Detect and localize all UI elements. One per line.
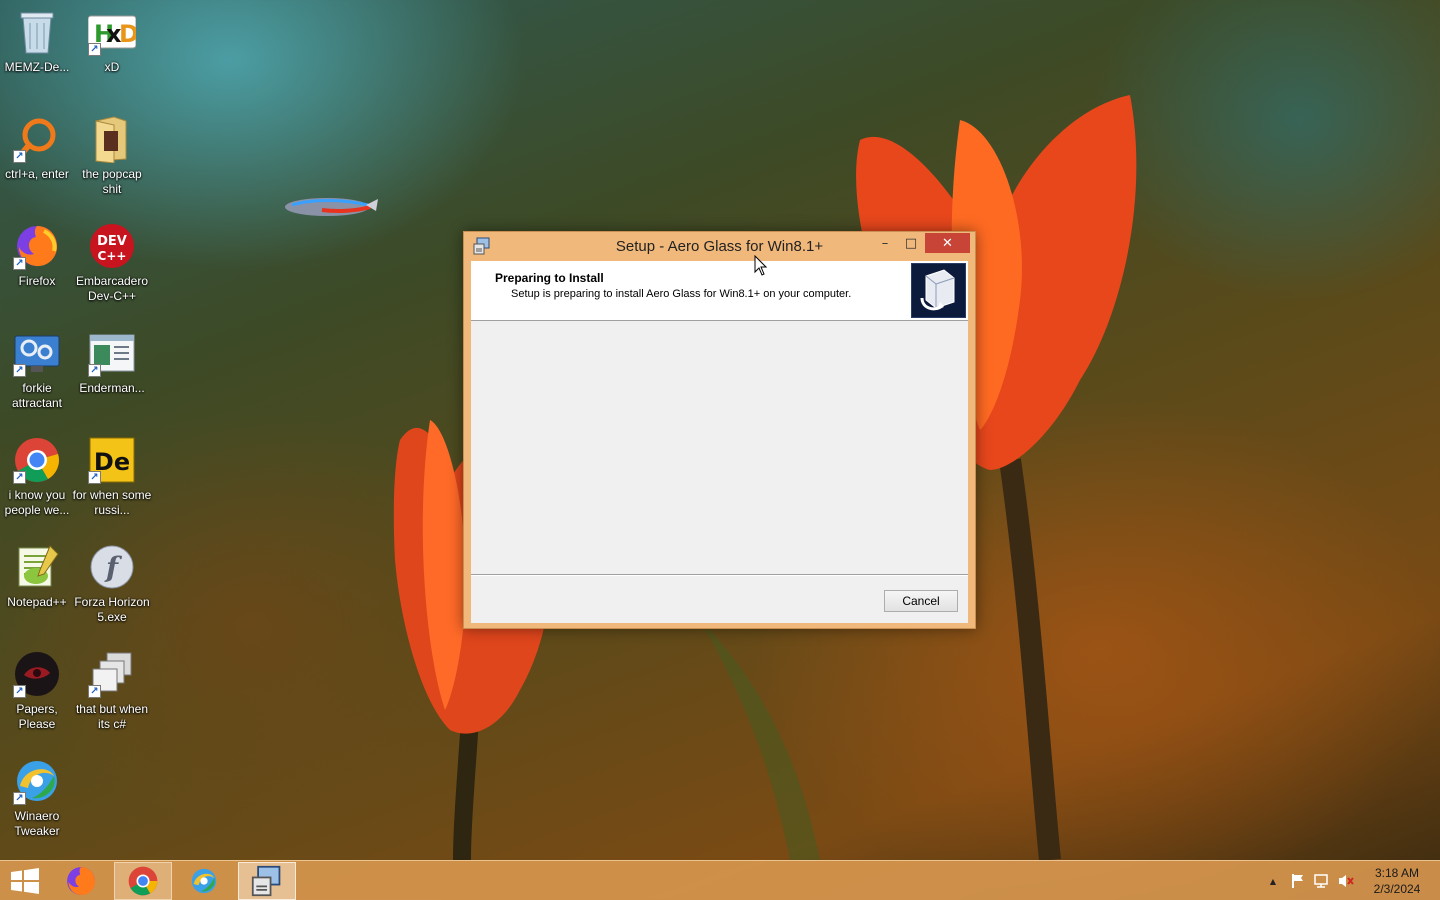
shortcut-arrow-icon: ↗ — [13, 471, 26, 484]
desktop-icon-enderman[interactable]: ↗ Enderman... — [75, 329, 149, 396]
settings-monitor-icon: ↗ — [13, 329, 61, 377]
taskbar-winaero[interactable] — [175, 862, 233, 900]
desktop-icon-label: Winaero Tweaker — [14, 809, 60, 838]
desktop-icon-papers-please[interactable]: ↗ Papers, Please — [0, 650, 74, 732]
cancel-button[interactable]: Cancel — [884, 590, 958, 612]
window-app-icon: ↗ — [88, 329, 136, 377]
desktop-icon-label: xD — [104, 60, 120, 74]
desktop-icons: MEMZ-De... HxD ↗ xD ↗ ctrl+a, enter the … — [0, 0, 152, 858]
window-client-area: Preparing to Install Setup is preparing … — [471, 261, 968, 623]
desktop-icon-winaero[interactable]: ↗ Winaero Tweaker — [0, 757, 74, 839]
desktop-icon-label: the popcap shit — [82, 167, 142, 196]
clock[interactable]: 3:18 AM 2/3/2024 — [1362, 865, 1432, 897]
desktop-icon-notepadpp[interactable]: Notepad++ — [0, 543, 74, 610]
tray-flag[interactable] — [1288, 861, 1308, 900]
shortcut-arrow-icon: ↗ — [88, 364, 101, 377]
minimize-button[interactable]: – — [872, 233, 898, 253]
flag-icon — [1292, 874, 1303, 888]
taskbar-setup[interactable] — [238, 862, 296, 900]
desktop-icon-de[interactable]: De ↗ for when some russi... — [72, 436, 152, 518]
network-icon — [1314, 874, 1328, 888]
firefox-icon: ↗ — [13, 222, 61, 270]
notepad-plus-plus-icon — [13, 543, 61, 591]
svg-text:D: D — [119, 20, 136, 48]
de-icon: De ↗ — [88, 436, 136, 484]
setup-icon — [251, 865, 281, 897]
shortcut-arrow-icon: ↗ — [88, 43, 101, 56]
shortcut-arrow-icon: ↗ — [13, 685, 26, 698]
desktop-icon-label: Firefox — [18, 274, 56, 288]
desktop-icon-label: Notepad++ — [7, 595, 67, 609]
shortcut-arrow-icon: ↗ — [13, 257, 26, 270]
desktop-icon-memz[interactable]: MEMZ-De... — [0, 8, 74, 75]
desktop-icon-label: for when some russi... — [72, 488, 152, 517]
clock-date: 2/3/2024 — [1373, 882, 1421, 896]
desktop-icon-label: Papers, Please — [16, 702, 58, 731]
recycle-bin-icon — [13, 8, 61, 56]
desktop-icon-label: Enderman... — [79, 381, 145, 395]
desktop-icon-label: ctrl+a, enter — [5, 167, 69, 181]
taskbar-firefox[interactable] — [52, 862, 110, 900]
svg-text:DEV: DEV — [97, 234, 127, 249]
desktop-icon-forkie[interactable]: ↗ forkie attractant — [0, 329, 74, 411]
mouse-cursor-icon — [754, 255, 768, 276]
tray-network[interactable] — [1312, 861, 1332, 900]
desktop-icon-label: forkie attractant — [11, 381, 63, 410]
desktop-icon-popcap[interactable]: the popcap shit — [75, 115, 149, 197]
footer-divider — [471, 574, 968, 576]
chrome-icon — [128, 866, 158, 896]
taskbar: ▲ 3:18 AM 2/3/2024 — [0, 860, 1440, 900]
desktop-icon-forza[interactable]: f Forza Horizon 5.exe — [74, 543, 150, 625]
desktop-icon-label: MEMZ-De... — [4, 60, 70, 74]
desktop-icon-label: Forza Horizon 5.exe — [74, 595, 150, 624]
folder-icon — [88, 115, 136, 163]
close-button[interactable]: ✕ — [925, 233, 970, 253]
clock-time: 3:18 AM — [1374, 866, 1420, 880]
shortcut-arrow-icon: ↗ — [88, 685, 101, 698]
chrome-icon: ↗ — [13, 436, 61, 484]
setup-window[interactable]: Setup - Aero Glass for Win8.1+ – □ ✕ Pre… — [463, 231, 976, 629]
windows-start-icon — [11, 868, 39, 894]
volume-muted-icon — [1339, 875, 1354, 887]
start-button[interactable] — [10, 868, 40, 894]
desktop-icon-devcpp[interactable]: DEV C++ Embarcadero Dev-C++ — [75, 222, 149, 304]
svg-text:C++: C++ — [98, 249, 127, 263]
papers-please-icon: ↗ — [13, 650, 61, 698]
shortcut-arrow-icon: ↗ — [13, 792, 26, 805]
desktop-icon-label: i know you people we... — [4, 488, 70, 517]
page-heading: Preparing to Install — [495, 271, 604, 285]
winaero-icon: ↗ — [13, 757, 61, 805]
firefox-icon — [67, 867, 95, 895]
desktop-icon-xd[interactable]: HxD ↗ xD — [75, 8, 149, 75]
winaero-icon — [191, 868, 217, 894]
show-hidden-icons-button[interactable]: ▲ — [1264, 861, 1282, 900]
hxd-icon: HxD ↗ — [88, 8, 136, 56]
desktop-icon-label: Embarcadero Dev-C++ — [75, 274, 149, 303]
shortcut-arrow-icon: ↗ — [88, 471, 101, 484]
shortcut-arrow-icon: ↗ — [13, 364, 26, 377]
tray-volume[interactable] — [1336, 861, 1356, 900]
wizard-image-icon — [911, 263, 966, 318]
chevron-up-icon: ▲ — [1269, 876, 1277, 886]
desktop-icon-firefox[interactable]: ↗ Firefox — [0, 222, 74, 289]
page-subheading: Setup is preparing to install Aero Glass… — [511, 288, 852, 300]
shortcut-arrow-icon: ↗ — [13, 150, 26, 163]
wizard-header: Preparing to Install Setup is preparing … — [471, 261, 968, 321]
taskbar-chrome[interactable] — [114, 862, 172, 900]
desktop-icon-csharp[interactable]: ↗ that but when its c# — [75, 650, 149, 732]
desktop-icon-chrome[interactable]: ↗ i know you people we... — [0, 436, 74, 518]
devcpp-icon: DEV C++ — [88, 222, 136, 270]
magnifier-icon: ↗ — [13, 115, 61, 163]
flash-icon: f — [88, 543, 136, 591]
maximize-button[interactable]: □ — [898, 233, 924, 253]
window-titlebar[interactable]: Setup - Aero Glass for Win8.1+ – □ ✕ — [464, 232, 975, 261]
desktop-icon-label: that but when its c# — [75, 702, 149, 731]
stacked-windows-icon: ↗ — [88, 650, 136, 698]
desktop-icon-ctrl-a-enter[interactable]: ↗ ctrl+a, enter — [0, 115, 74, 182]
